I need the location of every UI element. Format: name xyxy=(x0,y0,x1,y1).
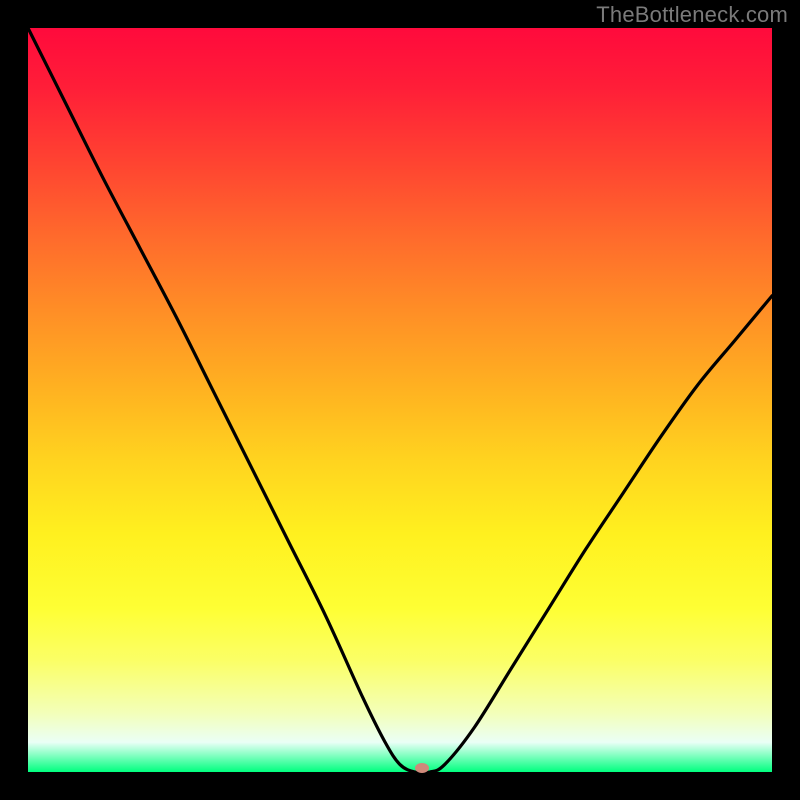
minimum-point-marker xyxy=(415,763,429,773)
attribution-label: TheBottleneck.com xyxy=(596,2,788,28)
bottleneck-curve xyxy=(28,28,772,773)
curve-svg xyxy=(28,28,772,772)
bottleneck-plot xyxy=(28,28,772,772)
chart-frame: TheBottleneck.com xyxy=(0,0,800,800)
